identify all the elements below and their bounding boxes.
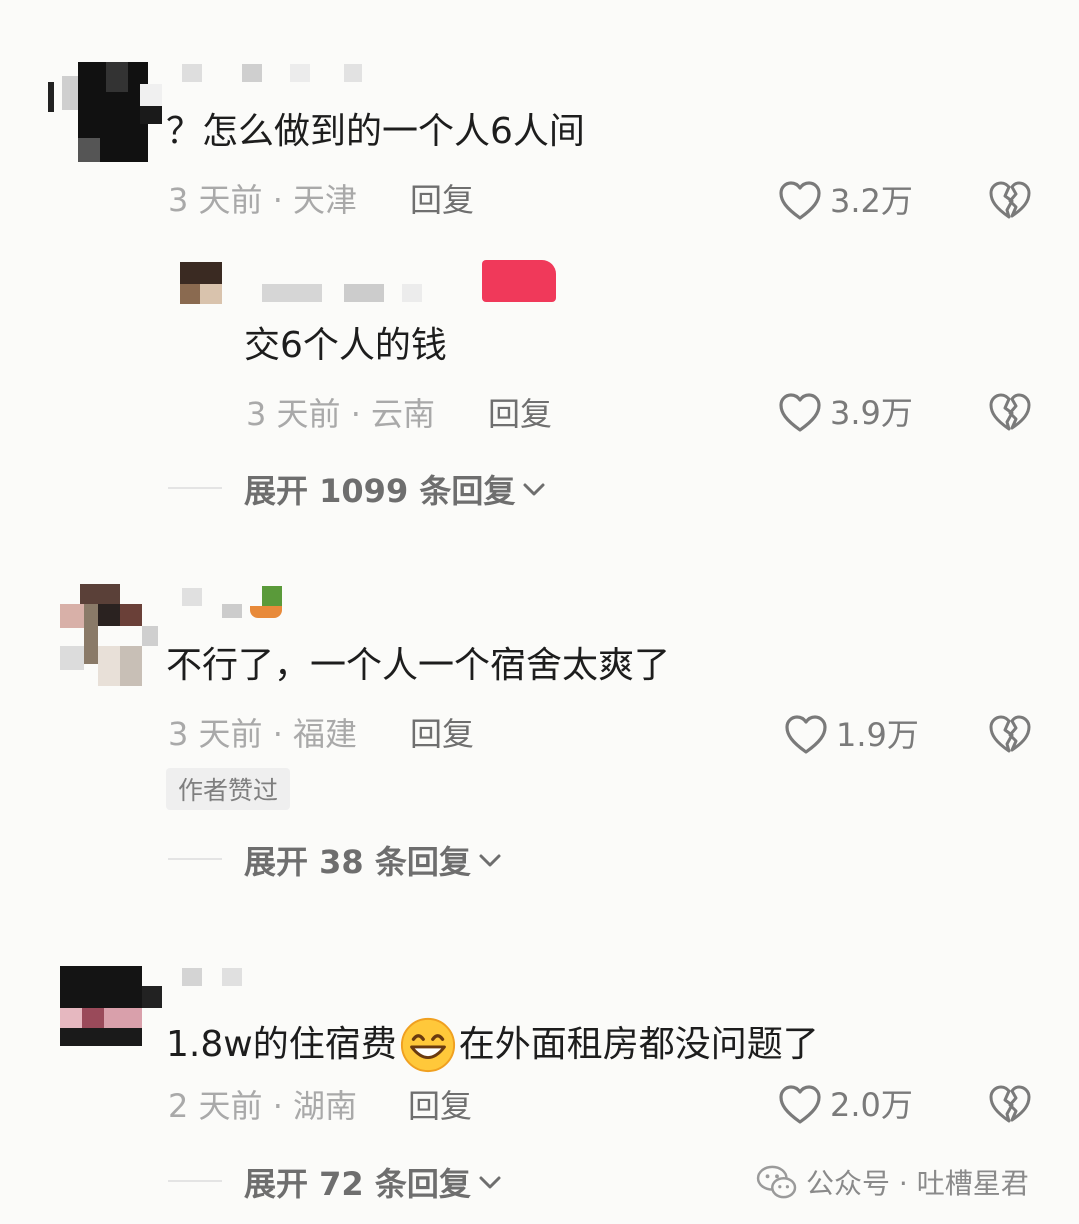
reply-button[interactable]: 回复	[488, 394, 552, 434]
like-count: 3.9万	[830, 394, 913, 432]
username[interactable]	[182, 588, 202, 606]
heart-icon	[779, 1085, 821, 1124]
username[interactable]	[344, 284, 384, 302]
author-liked-badge: 作者赞过	[166, 768, 291, 810]
broken-heart-icon[interactable]	[988, 714, 1032, 756]
expand-label: 展开 38 条回复	[244, 843, 471, 881]
like-button[interactable]: 2.0万	[778, 1084, 913, 1126]
expand-label: 展开 72 条回复	[244, 1165, 471, 1203]
expand-replies-button[interactable]: 展开 72 条回复	[244, 1159, 503, 1205]
reply-button[interactable]: 回复	[410, 714, 474, 754]
comment-meta: 2 天前 · 湖南	[168, 1087, 358, 1125]
username[interactable]	[242, 64, 262, 82]
comment-text: ？怎么做到的一个人6人间	[166, 111, 585, 152]
expand-replies-button[interactable]: 展开 1099 条回复	[244, 466, 547, 512]
username[interactable]	[182, 968, 202, 986]
divider	[168, 1180, 222, 1182]
expand-replies-button[interactable]: 展开 38 条回复	[244, 837, 503, 883]
chevron-down-icon	[479, 854, 501, 867]
comment-text-part: 1.8w的住宿费	[166, 1024, 397, 1065]
comment-meta: 3 天前 · 福建	[168, 715, 358, 753]
like-count: 3.2万	[830, 182, 913, 220]
like-count: 1.9万	[836, 716, 919, 754]
avatar[interactable]	[60, 966, 162, 1050]
broken-heart-icon[interactable]	[988, 392, 1032, 434]
username[interactable]	[402, 284, 422, 302]
broken-heart-icon[interactable]	[988, 180, 1032, 222]
avatar[interactable]	[60, 584, 158, 686]
watermark-text: 公众号 · 吐槽星君	[806, 1167, 1029, 1200]
user-badge	[250, 606, 282, 618]
heart-icon	[779, 393, 821, 432]
username[interactable]	[182, 64, 202, 82]
user-badge	[262, 586, 282, 606]
username[interactable]	[222, 604, 242, 618]
reply-button[interactable]: 回复	[410, 180, 474, 220]
watermark: 公众号 · 吐槽星君	[756, 1162, 1029, 1202]
comment-meta: 3 天前 · 天津	[168, 181, 358, 219]
username[interactable]	[222, 968, 242, 986]
divider	[168, 858, 222, 860]
heart-icon	[779, 181, 821, 220]
username[interactable]	[290, 64, 310, 82]
broken-heart-icon[interactable]	[988, 1084, 1032, 1126]
like-button[interactable]: 3.9万	[778, 392, 913, 434]
divider	[168, 487, 222, 489]
like-count: 2.0万	[830, 1086, 913, 1124]
reply-button[interactable]: 回复	[408, 1086, 472, 1126]
comment-text: 不行了，一个人一个宿舍太爽了	[166, 645, 671, 686]
avatar[interactable]	[48, 62, 164, 162]
expand-label: 展开 1099 条回复	[244, 472, 516, 510]
chevron-down-icon	[479, 1176, 501, 1189]
reply-meta: 3 天前 · 云南	[246, 395, 436, 433]
chevron-down-icon	[523, 483, 545, 496]
username[interactable]	[344, 64, 362, 82]
like-button[interactable]: 3.2万	[778, 180, 913, 222]
author-tag	[482, 260, 556, 302]
username[interactable]	[262, 284, 322, 302]
wechat-icon	[756, 1165, 797, 1199]
grinning-face-emoji	[400, 1017, 455, 1073]
avatar[interactable]	[180, 262, 222, 304]
heart-icon	[785, 715, 827, 754]
comment-text: 1.8w的住宿费 在外面租房都没问题了	[166, 1016, 819, 1074]
like-button[interactable]: 1.9万	[784, 714, 919, 756]
reply-text: 交6个人的钱	[244, 325, 447, 366]
comment-text-part: 在外面租房都没问题了	[458, 1024, 819, 1065]
